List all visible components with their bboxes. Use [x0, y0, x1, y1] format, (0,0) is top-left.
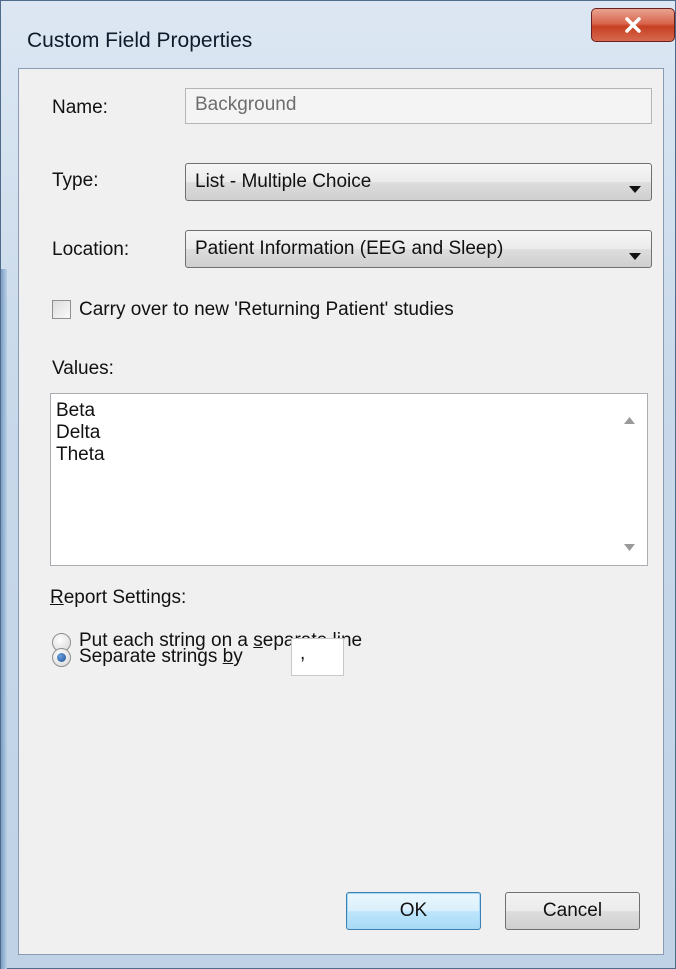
name-field: Background	[185, 88, 652, 124]
chevron-down-icon	[629, 245, 641, 267]
cancel-button[interactable]: Cancel	[505, 892, 640, 930]
radio-separate-line-mnemonic: s	[253, 630, 263, 651]
ok-button[interactable]: OK	[346, 892, 481, 930]
radio-separate-by[interactable]	[52, 648, 71, 667]
close-button[interactable]	[591, 8, 675, 42]
separator-input[interactable]: ,	[291, 638, 344, 676]
report-settings-label-rest: eport Settings:	[63, 587, 187, 608]
report-settings-mnemonic: R	[50, 587, 64, 608]
title-bar[interactable]: Custom Field Properties	[1, 1, 676, 76]
report-settings-label: Report Settings:	[50, 587, 186, 609]
list-item[interactable]: Beta	[56, 400, 105, 422]
values-listbox[interactable]: Beta Delta Theta	[50, 393, 648, 566]
name-label: Name:	[52, 97, 108, 118]
list-item[interactable]: Theta	[56, 444, 105, 466]
carry-over-label[interactable]: Carry over to new 'Returning Patient' st…	[79, 299, 454, 321]
radio-separate-by-label[interactable]: Separate strings by	[79, 646, 243, 668]
type-dropdown[interactable]: List - Multiple Choice	[185, 163, 652, 201]
location-label: Location:	[52, 239, 130, 260]
radio-separate-by-label-before: Separate strings	[79, 646, 223, 667]
list-item[interactable]: Delta	[56, 422, 105, 444]
radio-separate-by-label-after: y	[233, 646, 243, 667]
window-title: Custom Field Properties	[27, 29, 253, 52]
type-label: Type:	[52, 170, 99, 191]
carry-over-checkbox[interactable]	[52, 300, 71, 319]
window-frame-accent	[1, 269, 7, 969]
scroll-up-icon[interactable]	[624, 411, 635, 429]
dialog-client-area: Name: Background Type: List - Multiple C…	[18, 68, 664, 955]
location-dropdown-value: Patient Information (EEG and Sleep)	[195, 238, 504, 259]
values-scrollbar[interactable]	[613, 394, 647, 565]
chevron-down-icon	[629, 178, 641, 200]
type-dropdown-value: List - Multiple Choice	[195, 171, 372, 192]
radio-separate-by-mnemonic: b	[222, 646, 234, 667]
close-icon	[624, 17, 642, 33]
values-label: Values:	[52, 358, 114, 379]
location-dropdown[interactable]: Patient Information (EEG and Sleep)	[185, 230, 652, 268]
values-items: Beta Delta Theta	[56, 400, 105, 466]
dialog-window: Custom Field Properties Name: Background…	[0, 0, 676, 969]
scroll-down-icon[interactable]	[624, 538, 635, 556]
